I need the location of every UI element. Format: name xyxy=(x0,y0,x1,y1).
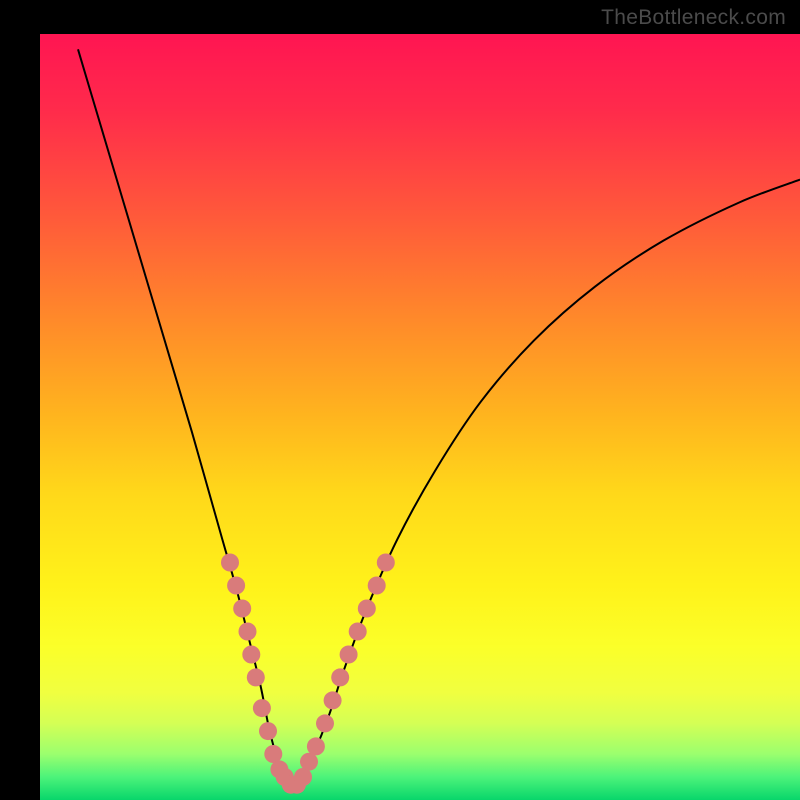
marker-group xyxy=(221,554,395,794)
curve-marker xyxy=(358,600,376,618)
curve-marker xyxy=(377,554,395,572)
curve-marker xyxy=(294,768,312,786)
curve-marker xyxy=(264,745,282,763)
curve-marker xyxy=(253,699,271,717)
curve-marker xyxy=(300,753,318,771)
curve-marker xyxy=(368,577,386,595)
chart-svg xyxy=(40,34,800,800)
curve-marker xyxy=(233,600,251,618)
curve-marker xyxy=(221,554,239,572)
curve-marker xyxy=(307,737,325,755)
curve-marker xyxy=(331,668,349,686)
bottleneck-curve-line xyxy=(78,49,800,784)
curve-marker xyxy=(242,646,260,664)
plot-region xyxy=(40,34,800,800)
curve-marker xyxy=(324,691,342,709)
curve-marker xyxy=(239,623,257,641)
curve-marker xyxy=(340,646,358,664)
watermark-text: TheBottleneck.com xyxy=(601,6,786,30)
curve-marker xyxy=(349,623,367,641)
chart-frame: TheBottleneck.com xyxy=(0,0,800,800)
curve-marker xyxy=(227,577,245,595)
curve-marker xyxy=(316,714,334,732)
curve-marker xyxy=(259,722,277,740)
curve-marker xyxy=(247,668,265,686)
